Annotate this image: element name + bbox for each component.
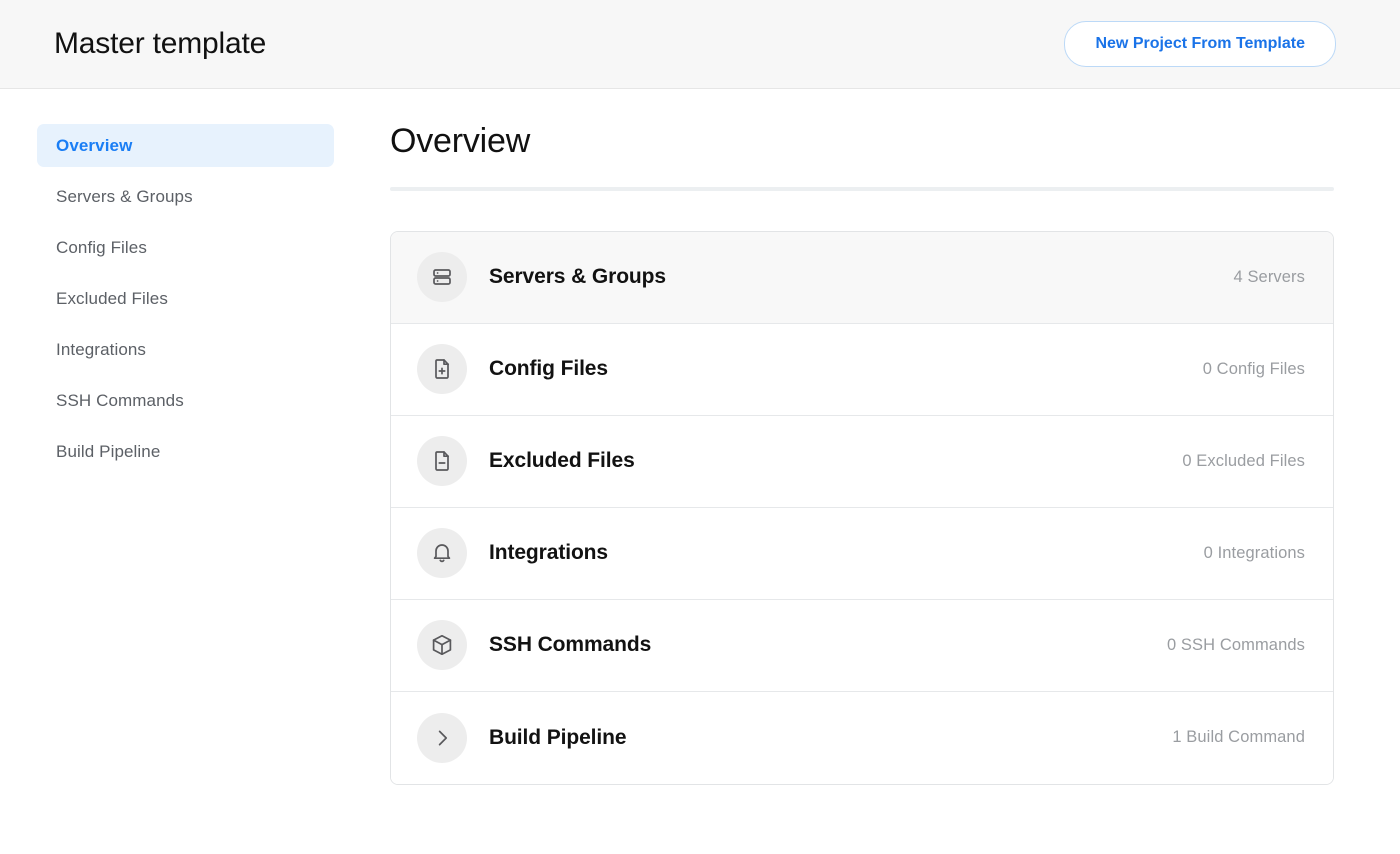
- sidebar-item-config-files[interactable]: Config Files: [37, 226, 334, 269]
- overview-row-label: SSH Commands: [489, 633, 652, 657]
- sidebar-item-servers-groups[interactable]: Servers & Groups: [37, 175, 334, 218]
- overview-row-count: 0 Integrations: [1203, 543, 1305, 562]
- sidebar: Overview Servers & Groups Config Files Excl…: [0, 89, 334, 481]
- overview-row-label: Integrations: [489, 541, 608, 565]
- overview-row-label: Build Pipeline: [489, 725, 627, 749]
- overview-row-count: 0 Config Files: [1202, 359, 1305, 378]
- body-container: Overview Servers & Groups Config Files Excl…: [0, 89, 1400, 854]
- file-minus-icon: [417, 436, 467, 487]
- page-title: Master template: [54, 27, 267, 60]
- overview-row-count: 0 Excluded Files: [1182, 451, 1305, 470]
- overview-row-count: 1 Build Command: [1172, 728, 1305, 747]
- server-icon: [417, 252, 467, 303]
- sidebar-item-label: Servers & Groups: [56, 186, 193, 206]
- overview-row-servers-groups[interactable]: Servers & Groups 4 Servers: [391, 231, 1333, 324]
- overview-row-integrations[interactable]: Integrations 0 Integrations: [391, 507, 1333, 600]
- sidebar-item-label: SSH Commands: [56, 390, 184, 410]
- overview-row-ssh-commands[interactable]: SSH Commands 0 SSH Commands: [391, 599, 1333, 692]
- app-header: Master template New Project From Templat…: [0, 0, 1400, 89]
- bell-icon: [417, 528, 467, 579]
- new-project-from-template-button[interactable]: New Project From Template: [1064, 21, 1336, 67]
- chevron-right-icon: [417, 712, 467, 763]
- sidebar-item-label: Overview: [56, 135, 133, 155]
- overview-row-excluded-files[interactable]: Excluded Files 0 Excluded Files: [391, 415, 1333, 508]
- overview-row-label: Servers & Groups: [489, 265, 666, 289]
- overview-row-config-files[interactable]: Config Files 0 Config Files: [391, 323, 1333, 416]
- main-content: Overview Servers & Groups 4 Servers Config…: [334, 89, 1400, 785]
- overview-row-count: 4 Servers: [1233, 267, 1305, 286]
- overview-row-label: Excluded Files: [489, 449, 635, 473]
- overview-card-list: Servers & Groups 4 Servers Config Files 0 C…: [390, 230, 1334, 785]
- sidebar-item-label: Build Pipeline: [56, 441, 161, 461]
- sidebar-item-integrations[interactable]: Integrations: [37, 328, 334, 371]
- sidebar-item-excluded-files[interactable]: Excluded Files: [37, 277, 334, 320]
- main-heading: Overview: [390, 122, 531, 160]
- box-icon: [417, 620, 467, 671]
- sidebar-item-label: Excluded Files: [56, 288, 168, 308]
- sidebar-item-build-pipeline[interactable]: Build Pipeline: [37, 430, 334, 473]
- sidebar-item-label: Integrations: [56, 339, 147, 359]
- overview-row-count: 0 SSH Commands: [1166, 635, 1305, 654]
- heading-divider: [390, 186, 1334, 191]
- file-plus-icon: [417, 344, 467, 395]
- sidebar-item-ssh-commands[interactable]: SSH Commands: [37, 379, 334, 422]
- overview-row-label: Config Files: [489, 357, 608, 381]
- overview-row-build-pipeline[interactable]: Build Pipeline 1 Build Command: [391, 691, 1333, 784]
- sidebar-item-label: Config Files: [56, 237, 147, 257]
- sidebar-list: Overview Servers & Groups Config Files Excl…: [37, 124, 334, 473]
- sidebar-item-overview[interactable]: Overview: [37, 124, 334, 167]
